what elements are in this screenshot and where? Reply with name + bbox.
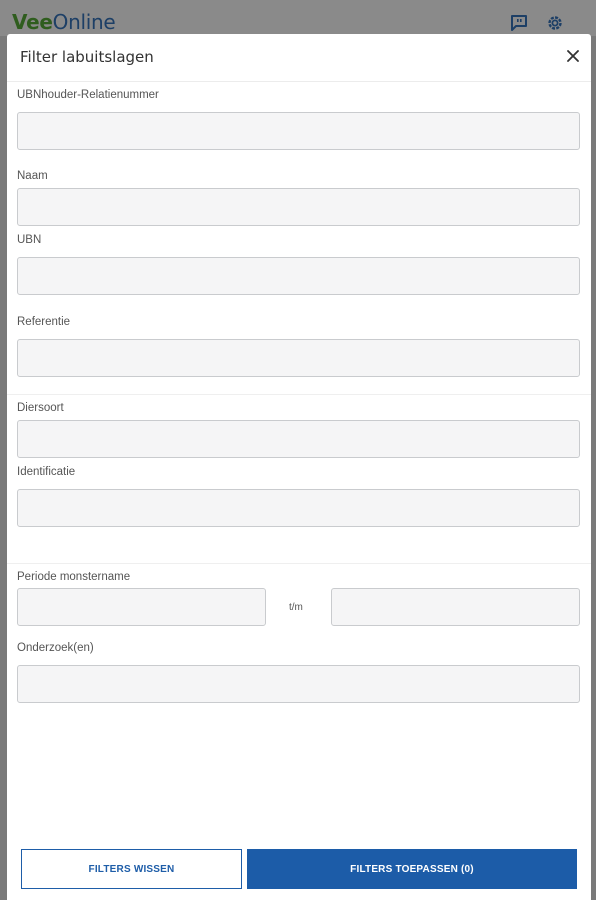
ubnhouder-input[interactable] <box>17 112 580 150</box>
ubn-input[interactable] <box>17 257 580 295</box>
section-divider <box>7 563 591 564</box>
feedback-icon[interactable] <box>508 12 530 34</box>
periode-from-input[interactable] <box>17 588 266 626</box>
settings-gear-icon[interactable] <box>544 12 566 34</box>
app-bar: VeeOnline <box>0 0 596 36</box>
diersoort-select[interactable] <box>17 420 580 458</box>
naam-input[interactable] <box>17 188 580 226</box>
ubn-label: UBN <box>17 234 42 246</box>
naam-label: Naam <box>17 170 48 182</box>
ubnhouder-label: UBNhouder-Relatienummer <box>17 89 159 101</box>
referentie-label: Referentie <box>17 316 71 328</box>
periode-to-input[interactable] <box>331 588 580 626</box>
periode-separator: t/m <box>289 602 303 613</box>
modal-title: Filter labuitslagen <box>20 48 154 66</box>
modal-header: Filter labuitslagen <box>7 34 591 82</box>
identificatie-label: Identificatie <box>17 466 76 478</box>
brand-logo[interactable]: VeeOnline <box>12 10 116 34</box>
brand-online: Online <box>52 10 116 34</box>
onderzoeken-label: Onderzoek(en) <box>17 642 94 654</box>
section-divider <box>7 394 591 395</box>
brand-vee: Vee <box>12 10 53 34</box>
onderzoeken-select[interactable] <box>17 665 580 703</box>
filter-modal: Filter labuitslagen UBNhouder-Relatienum… <box>7 34 591 900</box>
diersoort-label: Diersoort <box>17 402 64 414</box>
identificatie-input[interactable] <box>17 489 580 527</box>
clear-filters-button[interactable]: FILTERS WISSEN <box>21 849 242 889</box>
periode-label: Periode monstername <box>17 571 131 583</box>
referentie-input[interactable] <box>17 339 580 377</box>
close-icon[interactable] <box>563 46 583 66</box>
apply-filters-button[interactable]: FILTERS TOEPASSEN (0) <box>247 849 577 889</box>
